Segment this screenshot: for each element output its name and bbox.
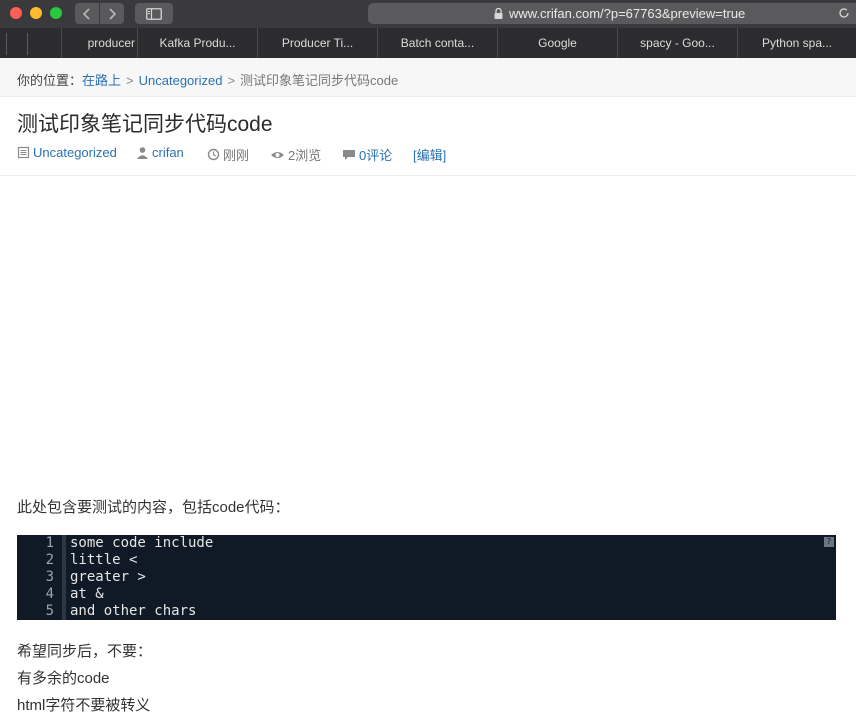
meta-category-link[interactable]: Uncategorized	[33, 145, 117, 160]
code-gutter: 1 2 3 4 5	[17, 535, 66, 620]
meta-views-text: 2浏览	[288, 148, 322, 163]
code-line: some code include	[70, 535, 214, 551]
zoom-window-button[interactable]	[50, 7, 62, 19]
forward-button[interactable]	[100, 3, 124, 24]
after-paragraph: 有多余的code	[17, 670, 110, 687]
breadcrumb-current: 测试印象笔记同步代码code	[240, 73, 399, 88]
breadcrumb-category-link[interactable]: Uncategorized	[139, 73, 223, 88]
meta-category[interactable]: Uncategorized	[17, 145, 117, 160]
after-paragraph: html字符不要被转义	[17, 697, 151, 714]
tab-divider	[27, 33, 28, 55]
comment-icon	[343, 150, 355, 160]
code-line: and other chars	[70, 603, 197, 619]
meta-author-link[interactable]: crifan	[152, 145, 184, 160]
edit-link[interactable]: [编辑]	[413, 145, 446, 164]
page-title: 测试印象笔记同步代码code	[17, 113, 273, 136]
tab-python-spacy[interactable]: Python spa...	[737, 28, 856, 58]
sidebar-icon	[146, 7, 162, 20]
category-icon	[17, 146, 30, 159]
tab-batch-contains[interactable]: Batch conta...	[377, 28, 497, 58]
meta-author[interactable]: crifan	[136, 145, 184, 160]
tab-label: spacy - Goo...	[640, 36, 715, 50]
tab-spacy-google[interactable]: spacy - Goo...	[617, 28, 737, 58]
after-paragraph: 希望同步后，不要：	[17, 643, 153, 660]
chevron-left-icon	[82, 7, 90, 20]
divider	[0, 175, 856, 176]
meta-comments[interactable]: 0评论	[342, 145, 392, 164]
meta-time: 刚刚	[207, 145, 249, 164]
line-number: 5	[45, 603, 54, 619]
address-bar[interactable]: www.crifan.com/?p=67763&preview=true	[368, 3, 856, 24]
meta-comments-link[interactable]: 0评论	[359, 145, 392, 164]
tab-google[interactable]: Google	[497, 28, 617, 58]
code-line: at &	[70, 586, 104, 602]
tab-bar: producer Kafka Produ... Producer Ti... B…	[0, 28, 856, 59]
url-text: www.crifan.com/?p=67763&preview=true	[509, 6, 746, 21]
tab-divider	[6, 33, 7, 55]
window-titlebar: www.crifan.com/?p=67763&preview=true	[0, 0, 856, 28]
tab-kafka-producer[interactable]: Kafka Produ...	[137, 28, 257, 58]
lock-icon	[494, 8, 503, 19]
minimize-window-button[interactable]	[30, 7, 42, 19]
tab-producer[interactable]: producer	[61, 28, 137, 58]
code-block: 1 2 3 4 5 some code include little < gre…	[17, 535, 836, 620]
close-window-button[interactable]	[10, 7, 22, 19]
code-help-button[interactable]: ?	[824, 537, 834, 547]
tab-label: Producer Ti...	[281, 36, 354, 50]
eye-icon	[271, 152, 284, 158]
meta-views: 2浏览	[270, 145, 321, 164]
tab-label: Python spa...	[761, 36, 833, 50]
breadcrumb-home-link[interactable]: 在路上	[82, 73, 121, 88]
code-line: little <	[70, 552, 138, 568]
meta-edit[interactable]: [编辑]	[413, 145, 446, 164]
breadcrumb-separator: >	[126, 73, 134, 88]
user-icon	[137, 147, 148, 159]
meta-time-text: 刚刚	[223, 148, 250, 163]
tab-label: producer	[87, 36, 135, 50]
tab-label: Kafka Produ...	[159, 36, 236, 50]
back-button[interactable]	[75, 3, 99, 24]
breadcrumb-separator: >	[227, 73, 236, 88]
sidebar-toggle-button[interactable]	[135, 3, 173, 24]
tab-producer-timeout[interactable]: Producer Ti...	[257, 28, 377, 58]
tab-label: Google	[538, 36, 577, 50]
code-line: greater >	[70, 569, 146, 585]
intro-paragraph: 此处包含要测试的内容，包括code代码：	[17, 499, 290, 516]
line-number: 4	[45, 586, 54, 602]
breadcrumb-label: 你的位置：	[17, 73, 83, 88]
tab-label: Batch conta...	[400, 36, 475, 50]
line-number: 3	[45, 569, 54, 585]
line-number: 1	[45, 535, 54, 551]
clock-icon	[207, 148, 220, 161]
breadcrumb: 你的位置：在路上 > Uncategorized > 测试印象笔记同步代码code	[0, 58, 856, 97]
line-number: 2	[45, 552, 54, 568]
chevron-right-icon	[109, 7, 117, 20]
reload-icon[interactable]	[838, 7, 850, 19]
